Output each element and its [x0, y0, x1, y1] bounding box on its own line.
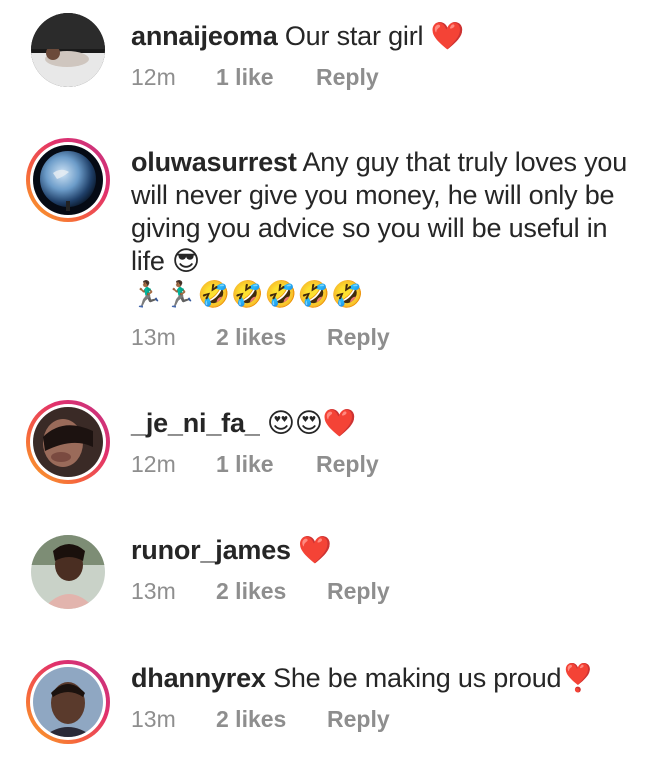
reply-button[interactable]: Reply	[327, 578, 390, 605]
avatar[interactable]	[26, 400, 110, 484]
avatar[interactable]	[26, 660, 110, 744]
comment-likes[interactable]: 1 like	[216, 64, 316, 91]
reply-button[interactable]: Reply	[327, 324, 390, 351]
comment-likes[interactable]: 1 like	[216, 451, 316, 478]
reply-button[interactable]: Reply	[316, 64, 379, 91]
reply-button[interactable]: Reply	[327, 706, 390, 733]
comment-username[interactable]: annaijeoma	[131, 21, 278, 51]
comment-emoji-line: 🏃🏾‍♂️🏃🏾‍♂️🤣🤣🤣🤣🤣	[131, 279, 365, 309]
comment-time: 13m	[131, 706, 176, 732]
comment-text: ❤️	[298, 535, 332, 565]
avatar[interactable]	[28, 532, 108, 612]
comment-likes[interactable]: 2 likes	[216, 578, 327, 605]
comment-username[interactable]: oluwasurrest	[131, 147, 297, 177]
earth-photo-icon	[33, 145, 103, 215]
portrait-photo-icon	[33, 407, 103, 477]
comment-username[interactable]: dhannyrex	[131, 663, 266, 693]
comment-likes[interactable]: 2 likes	[216, 324, 327, 351]
portrait-photo-icon	[31, 535, 105, 609]
comment-time: 12m	[131, 451, 176, 477]
avatar[interactable]	[26, 138, 110, 222]
comment-username[interactable]: runor_james	[131, 535, 291, 565]
avatar[interactable]	[28, 10, 108, 90]
comment-username[interactable]: _je_ni_fa_	[131, 408, 260, 438]
person-lying-photo-icon	[31, 13, 105, 87]
portrait-photo-icon	[33, 667, 103, 737]
comment-time: 13m	[131, 324, 176, 350]
reply-button[interactable]: Reply	[316, 451, 379, 478]
comment-list: annaijeoma Our star girl ❤️ 12m 1 like R…	[0, 0, 649, 776]
comment-text: Our star girl ❤️	[284, 21, 465, 51]
comment-time: 13m	[131, 578, 176, 604]
comment-likes[interactable]: 2 likes	[216, 706, 327, 733]
comment-text: She be making us proud❣️	[273, 663, 595, 693]
comment-text: 😍😍❤️	[266, 408, 357, 438]
comment-time: 12m	[131, 64, 176, 90]
